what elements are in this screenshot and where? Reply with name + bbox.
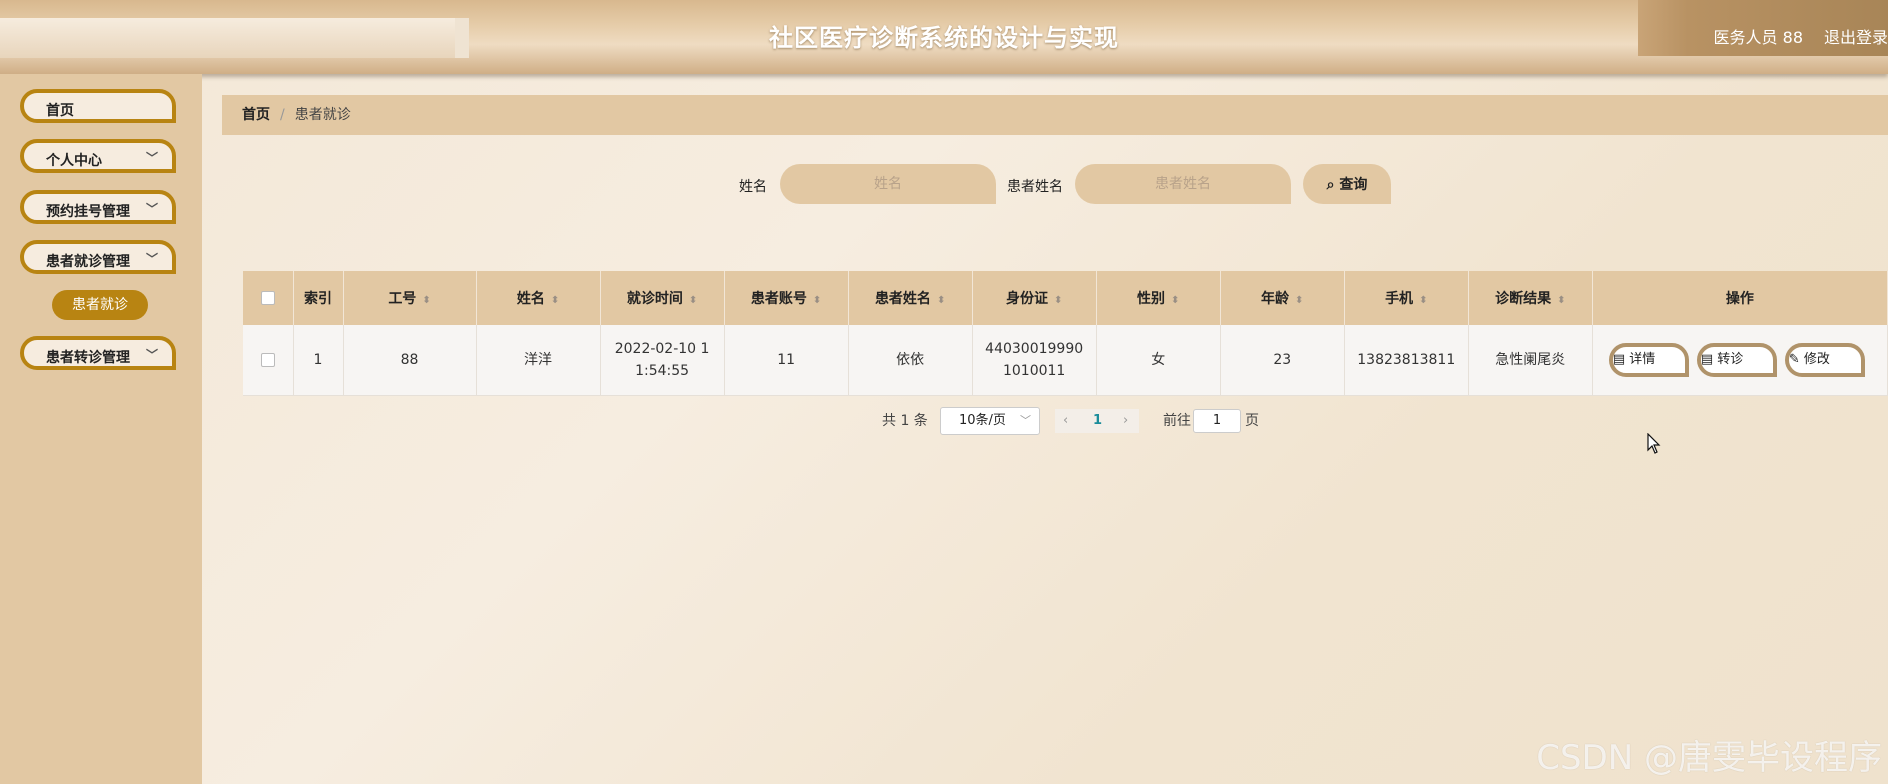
search-button-label: 查询 [1339,177,1368,193]
sidebar-item-label: 患者转诊管理 [46,350,130,366]
page-size-value: 10条/页 [959,413,1006,428]
column-header-age[interactable]: 年龄 ⬍ [1220,271,1345,325]
sort-icon[interactable]: ⬍ [813,295,821,306]
goto-page-input[interactable]: 1 [1193,409,1241,433]
sort-icon[interactable]: ⬍ [1171,295,1179,306]
column-header-id-card[interactable]: 身份证 ⬍ [972,271,1097,325]
watermark: CSDN @唐雯毕设程序 [1536,738,1882,778]
table-row: 1 88 洋洋 2022-02-10 11:54:55 11 依依 440300… [243,325,1888,396]
sidebar-item-label: 首页 [46,103,74,119]
search-button[interactable]: ⌕ 查询 [1303,164,1391,204]
sidebar-item-home[interactable]: 首页 [20,89,176,123]
sidebar-item-profile[interactable]: 个人中心 ﹀ [20,139,176,173]
edit-button[interactable]: ✎ 修改 [1784,343,1865,377]
column-header-patient-name[interactable]: 患者姓名 ⬍ [848,271,973,325]
column-header-visit-time[interactable]: 就诊时间 ⬍ [600,271,725,325]
cell-work-no: 88 [343,325,477,396]
patient-name-label: 患者姓名 [1007,179,1063,195]
sort-icon[interactable]: ⬍ [689,295,697,306]
sidebar-item-label: 患者就诊管理 [46,254,130,270]
column-header-result[interactable]: 诊断结果 ⬍ [1468,271,1593,325]
top-header: 社区医疗诊断系统的设计与实现 医务人员 88 退出登录 [0,0,1888,74]
column-header-actions: 操作 [1592,271,1888,325]
name-label: 姓名 [739,179,767,195]
table-header-row: 索引 工号 ⬍ 姓名 ⬍ 就诊时间 ⬍ 患者账号 ⬍ 患者姓名 ⬍ 身份证 ⬍ 性别 ⬍ 年龄… [243,271,1888,325]
name-search-input[interactable] [780,164,996,204]
sidebar-item-visit-management[interactable]: 患者就诊管理 ﹀ [20,240,176,274]
cell-gender: 女 [1096,325,1221,396]
pager: ‹ 1 › [1055,409,1139,433]
cell-result: 急性阑尾炎 [1468,325,1593,396]
row-select-cell[interactable] [243,325,294,396]
column-header-index: 索引 [293,271,344,325]
cell-actions: ▤ 详情 ▤ 转诊 ✎ 修改 [1592,325,1888,396]
breadcrumb-current: 患者就诊 [294,107,351,123]
sidebar-item-label: 个人中心 [46,153,102,169]
column-header-work-no[interactable]: 工号 ⬍ [343,271,477,325]
next-page-icon[interactable]: › [1123,409,1128,433]
breadcrumb: 首页 / 患者就诊 [222,95,1888,135]
chevron-down-icon: ﹀ [1020,414,1031,427]
sort-icon[interactable]: ⬍ [1419,295,1427,306]
cell-name: 洋洋 [476,325,601,396]
sort-icon[interactable]: ⬍ [937,295,945,306]
sidebar [0,74,202,784]
sidebar-item-referral-management[interactable]: 患者转诊管理 ﹀ [20,336,176,370]
sort-icon[interactable]: ⬍ [1295,295,1303,306]
sort-icon[interactable]: ⬍ [422,295,430,306]
current-user: 医务人员 88 [1713,28,1803,47]
search-icon: ⌕ [1326,177,1335,193]
sort-icon[interactable]: ⬍ [551,295,559,306]
page-unit-label: 页 [1245,413,1259,429]
select-all-header[interactable] [243,271,294,325]
breadcrumb-home[interactable]: 首页 [242,107,270,123]
sort-icon[interactable]: ⬍ [1054,295,1062,306]
column-header-gender[interactable]: 性别 ⬍ [1096,271,1221,325]
mouse-cursor-icon [1647,433,1661,454]
chevron-down-icon: ﹀ [145,252,158,266]
cell-id-card: 440300199901010011 [972,325,1097,396]
row-checkbox[interactable] [260,353,275,367]
document-icon: ▤ [1612,352,1630,367]
detail-button[interactable]: ▤ 详情 [1608,343,1689,377]
referral-button[interactable]: ▤ 转诊 [1696,343,1777,377]
sort-icon[interactable]: ⬍ [1557,295,1565,306]
app-title: 社区医疗诊断系统的设计与实现 [769,24,1119,52]
patient-name-search-input[interactable] [1075,164,1291,204]
select-all-checkbox[interactable] [260,291,275,305]
pencil-icon: ✎ [1788,352,1804,367]
logout-link[interactable]: 退出登录 [1824,24,1888,48]
sidebar-item-appointment[interactable]: 预约挂号管理 ﹀ [20,190,176,224]
cell-index: 1 [293,325,344,396]
chevron-down-icon: ﹀ [145,202,158,216]
column-header-account[interactable]: 患者账号 ⬍ [724,271,849,325]
sidebar-item-label: 预约挂号管理 [46,204,130,220]
cell-age: 23 [1220,325,1345,396]
goto-label: 前往 [1163,413,1191,429]
cell-visit-time: 2022-02-10 11:54:55 [600,325,725,396]
column-header-phone[interactable]: 手机 ⬍ [1344,271,1469,325]
document-icon: ▤ [1700,352,1718,367]
column-header-name[interactable]: 姓名 ⬍ [476,271,601,325]
page-size-select[interactable]: 10条/页 ﹀ [940,407,1040,435]
cell-phone: 13823813811 [1344,325,1469,396]
chevron-down-icon: ﹀ [145,151,158,165]
chevron-down-icon: ﹀ [145,348,158,362]
page-number-current[interactable]: 1 [1093,409,1102,433]
cell-patient-name: 依依 [848,325,973,396]
sidebar-subitem-patient-visit[interactable]: 患者就诊 [52,290,148,320]
pagination-total: 共 1 条 [882,413,928,429]
breadcrumb-separator: / [280,107,285,123]
cell-account: 11 [724,325,849,396]
prev-page-icon[interactable]: ‹ [1063,409,1068,433]
patient-visit-table: 索引 工号 ⬍ 姓名 ⬍ 就诊时间 ⬍ 患者账号 ⬍ 患者姓名 ⬍ 身份证 ⬍ 性别 ⬍ 年龄… [243,271,1888,396]
